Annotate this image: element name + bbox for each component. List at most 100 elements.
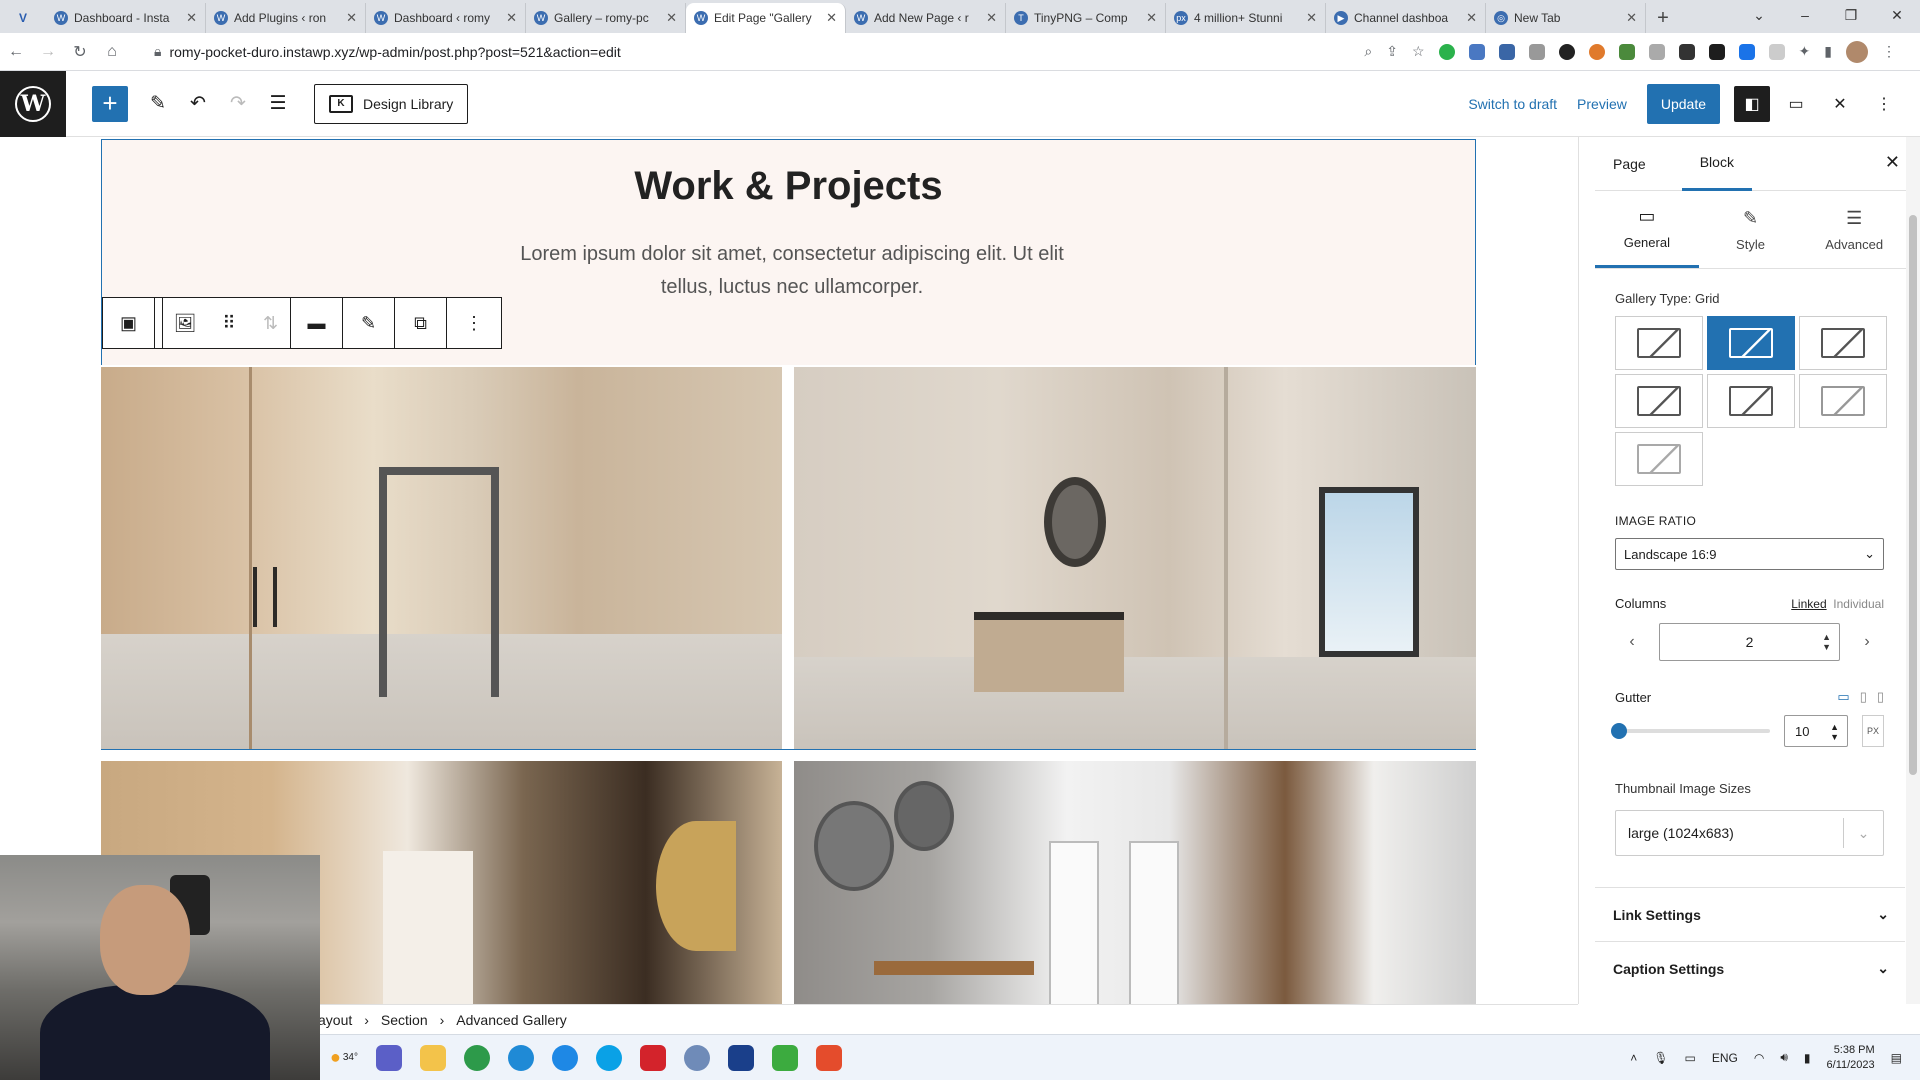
tablet-icon[interactable]: ▯ xyxy=(1860,689,1867,705)
browser-menu-icon[interactable]: ⋮ xyxy=(1882,43,1896,60)
tab-page[interactable]: Page xyxy=(1613,137,1664,191)
gallery-image[interactable] xyxy=(794,761,1476,1004)
extension-icon[interactable] xyxy=(1708,43,1725,60)
notes-icon[interactable] xyxy=(728,1044,754,1071)
tab-style[interactable]: ✎ Style xyxy=(1699,191,1803,268)
reload-button[interactable]: ↻ xyxy=(64,42,96,62)
extension-icon[interactable] xyxy=(1768,43,1785,60)
caption-settings-panel[interactable]: Caption Settings ⌄ xyxy=(1595,941,1905,995)
tab-close-icon[interactable]: ✕ xyxy=(986,10,997,26)
display-icon[interactable]: ▭ xyxy=(1685,1051,1696,1065)
more-options-icon[interactable]: ⋮ xyxy=(447,298,501,348)
tab-general[interactable]: ▭ General xyxy=(1595,191,1699,268)
browser-tab[interactable]: W Add New Page ‹ r ✕ xyxy=(846,3,1006,33)
app-icon[interactable] xyxy=(684,1044,710,1071)
browser-tab[interactable]: W Add Plugins ‹ ron ✕ xyxy=(206,3,366,33)
home-button[interactable]: ⌂ xyxy=(96,43,128,61)
lead-paragraph[interactable]: Lorem ipsum dolor sit amet, consectetur … xyxy=(502,238,1082,304)
teams-icon[interactable] xyxy=(376,1044,402,1071)
gallery-type-slider[interactable] xyxy=(1707,374,1795,428)
gallery-type-masonry[interactable] xyxy=(1615,316,1703,370)
recorder-icon[interactable] xyxy=(816,1044,842,1071)
extension-icon[interactable] xyxy=(1558,43,1575,60)
columns-input[interactable]: 2 ▲ ▼ xyxy=(1659,623,1840,661)
page-heading[interactable]: Work & Projects xyxy=(102,164,1475,209)
linked-option[interactable]: Linked xyxy=(1791,597,1826,611)
tab-close-icon[interactable]: ✕ xyxy=(186,10,197,26)
skype-icon[interactable] xyxy=(552,1044,578,1071)
close-window-button[interactable]: ✕ xyxy=(1874,0,1920,30)
add-images-icon[interactable]: ⧉ xyxy=(395,298,447,348)
profile-avatar[interactable] xyxy=(1846,40,1868,63)
bookmark-star-icon[interactable]: ☆ xyxy=(1412,43,1425,60)
system-clock[interactable]: 5:38 PM 6/11/2023 xyxy=(1827,1043,1875,1073)
gutter-slider[interactable] xyxy=(1611,723,1770,739)
update-button[interactable]: Update xyxy=(1646,83,1720,124)
mcafee-icon[interactable] xyxy=(640,1044,666,1071)
list-view-icon[interactable]: ☰ xyxy=(258,92,298,115)
gallery-block-icon[interactable]: 🖼︎ xyxy=(163,298,207,348)
extension-icon[interactable] xyxy=(1468,43,1485,60)
restore-button[interactable]: ❐ xyxy=(1828,0,1874,30)
move-up-down-icon[interactable]: ⇅ xyxy=(251,298,291,348)
extension-icon[interactable] xyxy=(1738,43,1755,60)
gutter-input[interactable]: 10 ▲ ▼ xyxy=(1784,715,1848,747)
browser-profile-icon[interactable]: V xyxy=(0,3,46,33)
gallery-type-tiles[interactable] xyxy=(1615,432,1703,486)
back-button[interactable]: ← xyxy=(0,43,32,61)
browser-tab[interactable]: W Dashboard ‹ romy ✕ xyxy=(366,3,526,33)
gallery-image[interactable] xyxy=(101,367,782,749)
extension-icon[interactable] xyxy=(1498,43,1515,60)
spin-arrows-icon[interactable]: ▲ ▼ xyxy=(1830,722,1839,742)
extension-icon[interactable] xyxy=(1438,43,1455,60)
browser-tab[interactable]: W Gallery – romy-pc ✕ xyxy=(526,3,686,33)
close-icon[interactable]: ✕ xyxy=(1885,152,1900,173)
extension-icon[interactable] xyxy=(1648,43,1665,60)
align-icon[interactable]: ▬ xyxy=(291,298,343,348)
extensions-puzzle-icon[interactable]: ✦ xyxy=(1799,43,1811,60)
gallery-type-grid[interactable] xyxy=(1707,316,1795,370)
tab-close-icon[interactable]: ✕ xyxy=(1626,10,1637,26)
block-defaults-icon[interactable]: ▭ xyxy=(1778,86,1814,122)
tab-close-icon[interactable]: ✕ xyxy=(1146,10,1157,26)
side-panel-icon[interactable]: ▮ xyxy=(1824,43,1832,60)
undo-icon[interactable]: ↶ xyxy=(178,92,218,115)
breadcrumb-item[interactable]: Section xyxy=(381,1012,428,1028)
url-field[interactable]: 🔒︎ romy-pocket-duro.instawp.xyz/wp-admin… xyxy=(140,38,1300,66)
edit-gallery-icon[interactable]: ✎ xyxy=(343,298,395,348)
sidebar-scrollbar[interactable] xyxy=(1906,137,1920,1004)
tray-overflow-icon[interactable]: ˄ xyxy=(1630,1051,1637,1065)
microphone-icon[interactable]: 🎙︎ xyxy=(1653,1051,1668,1065)
chevron-left-icon[interactable]: ‹ xyxy=(1615,633,1649,651)
tab-close-icon[interactable]: ✕ xyxy=(346,10,357,26)
gallery-image[interactable] xyxy=(794,367,1476,749)
switch-to-draft-button[interactable]: Switch to draft xyxy=(1458,96,1567,112)
kadence-controls-icon[interactable]: ✕ xyxy=(1822,86,1858,122)
gutter-unit[interactable]: PX xyxy=(1862,715,1884,747)
tab-block[interactable]: Block xyxy=(1681,137,1752,191)
chrome-icon[interactable] xyxy=(464,1044,490,1071)
camtasia-icon[interactable] xyxy=(772,1044,798,1071)
preview-button[interactable]: Preview xyxy=(1567,96,1637,112)
settings-sidebar-icon[interactable]: ◧ xyxy=(1734,85,1770,122)
desktop-icon[interactable]: ▭ xyxy=(1837,689,1849,705)
tab-advanced[interactable]: ☰ Advanced xyxy=(1802,191,1906,268)
gallery-type-carousel[interactable] xyxy=(1799,316,1887,370)
drag-handle-icon[interactable]: ⠿ xyxy=(207,298,251,348)
link-settings-panel[interactable]: Link Settings ⌄ xyxy=(1595,887,1905,941)
image-ratio-select[interactable]: Landscape 16:9 ⌄ xyxy=(1615,538,1884,570)
tab-close-icon[interactable]: ✕ xyxy=(1466,10,1477,26)
weather-widget[interactable]: ● 34° xyxy=(330,1045,358,1071)
tools-pencil-icon[interactable]: ✎ xyxy=(138,92,178,115)
extension-icon[interactable] xyxy=(1618,43,1635,60)
gallery-type-thumbnail-slider[interactable] xyxy=(1799,374,1887,428)
minimize-button[interactable]: – xyxy=(1782,0,1828,30)
file-explorer-icon[interactable] xyxy=(420,1044,446,1071)
chevron-right-icon[interactable]: › xyxy=(1850,633,1884,651)
mobile-icon[interactable]: ▯ xyxy=(1877,689,1884,705)
battery-icon[interactable]: ▮ xyxy=(1804,1051,1811,1065)
browser-tab[interactable]: px 4 million+ Stunni ✕ xyxy=(1166,3,1326,33)
browser-tab[interactable]: ◎ New Tab ✕ xyxy=(1486,3,1646,33)
extension-icon[interactable] xyxy=(1588,43,1605,60)
skype-business-icon[interactable] xyxy=(596,1044,622,1071)
